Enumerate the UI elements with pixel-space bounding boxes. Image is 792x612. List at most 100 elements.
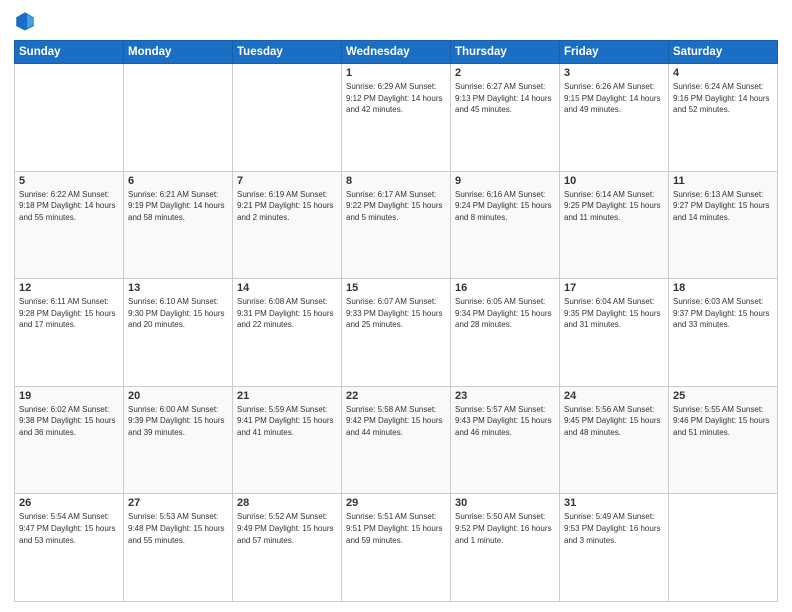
- day-cell-9: 9 Sunrise: 6:16 AM Sunset: 9:24 PM Daylig…: [451, 171, 560, 279]
- day-info: Sunrise: 5:49 AM Sunset: 9:53 PM Dayligh…: [564, 511, 664, 546]
- week-row-3: 12 Sunrise: 6:11 AM Sunset: 9:28 PM Dayli…: [15, 279, 778, 387]
- day-cell-21: 21 Sunrise: 5:59 AM Sunset: 9:41 PM Dayli…: [233, 386, 342, 494]
- day-cell-16: 16 Sunrise: 6:05 AM Sunset: 9:34 PM Dayli…: [451, 279, 560, 387]
- day-cell-25: 25 Sunrise: 5:55 AM Sunset: 9:46 PM Dayli…: [669, 386, 778, 494]
- day-number: 25: [673, 390, 773, 402]
- day-info: Sunrise: 6:14 AM Sunset: 9:25 PM Dayligh…: [564, 189, 664, 224]
- day-number: 18: [673, 282, 773, 294]
- day-number: 27: [128, 497, 228, 509]
- day-cell-13: 13 Sunrise: 6:10 AM Sunset: 9:30 PM Dayli…: [124, 279, 233, 387]
- day-cell-27: 27 Sunrise: 5:53 AM Sunset: 9:48 PM Dayli…: [124, 494, 233, 602]
- day-number: 6: [128, 175, 228, 187]
- day-number: 9: [455, 175, 555, 187]
- day-number: 7: [237, 175, 337, 187]
- weekday-header-thursday: Thursday: [451, 41, 560, 64]
- day-number: 1: [346, 67, 446, 79]
- week-row-4: 19Sunrise: 6:02 AM Sunset: 9:38 PM Dayli…: [15, 386, 778, 494]
- day-cell-10: 10 Sunrise: 6:14 AM Sunset: 9:25 PM Dayli…: [560, 171, 669, 279]
- week-row-2: 5 Sunrise: 6:22 AM Sunset: 9:18 PM Daylig…: [15, 171, 778, 279]
- day-cell-5: 5 Sunrise: 6:22 AM Sunset: 9:18 PM Daylig…: [15, 171, 124, 279]
- day-info: Sunrise: 6:29 AM Sunset: 9:12 PM Dayligh…: [346, 81, 446, 116]
- day-info: Sunrise: 6:27 AM Sunset: 9:13 PM Dayligh…: [455, 81, 555, 116]
- day-info: Sunrise: 6:17 AM Sunset: 9:22 PM Dayligh…: [346, 189, 446, 224]
- header: [14, 10, 778, 32]
- day-number: 8: [346, 175, 446, 187]
- day-cell-29: 29Sunrise: 5:51 AM Sunset: 9:51 PM Dayli…: [342, 494, 451, 602]
- day-number: 12: [19, 282, 119, 294]
- day-number: 26: [19, 497, 119, 509]
- day-info: Sunrise: 6:02 AM Sunset: 9:38 PM Dayligh…: [19, 404, 119, 439]
- day-cell-20: 20Sunrise: 6:00 AM Sunset: 9:39 PM Dayli…: [124, 386, 233, 494]
- day-number: 11: [673, 175, 773, 187]
- day-info: Sunrise: 6:03 AM Sunset: 9:37 PM Dayligh…: [673, 296, 773, 331]
- day-number: 13: [128, 282, 228, 294]
- logo-icon: [14, 10, 36, 32]
- day-info: Sunrise: 5:53 AM Sunset: 9:48 PM Dayligh…: [128, 511, 228, 546]
- weekday-header-wednesday: Wednesday: [342, 41, 451, 64]
- day-number: 23: [455, 390, 555, 402]
- day-info: Sunrise: 6:13 AM Sunset: 9:27 PM Dayligh…: [673, 189, 773, 224]
- day-number: 14: [237, 282, 337, 294]
- day-cell-8: 8 Sunrise: 6:17 AM Sunset: 9:22 PM Daylig…: [342, 171, 451, 279]
- day-number: 5: [19, 175, 119, 187]
- day-cell-23: 23 Sunrise: 5:57 AM Sunset: 9:43 PM Dayli…: [451, 386, 560, 494]
- weekday-header-sunday: Sunday: [15, 41, 124, 64]
- day-cell-26: 26 Sunrise: 5:54 AM Sunset: 9:47 PM Dayli…: [15, 494, 124, 602]
- day-number: 2: [455, 67, 555, 79]
- day-info: Sunrise: 5:54 AM Sunset: 9:47 PM Dayligh…: [19, 511, 119, 546]
- empty-cell: [15, 64, 124, 172]
- day-number: 3: [564, 67, 664, 79]
- day-number: 15: [346, 282, 446, 294]
- day-info: Sunrise: 6:16 AM Sunset: 9:24 PM Dayligh…: [455, 189, 555, 224]
- empty-cell: [669, 494, 778, 602]
- week-row-5: 26 Sunrise: 5:54 AM Sunset: 9:47 PM Dayli…: [15, 494, 778, 602]
- day-info: Sunrise: 6:26 AM Sunset: 9:15 PM Dayligh…: [564, 81, 664, 116]
- day-cell-15: 15Sunrise: 6:07 AM Sunset: 9:33 PM Dayli…: [342, 279, 451, 387]
- day-number: 31: [564, 497, 664, 509]
- weekday-header-tuesday: Tuesday: [233, 41, 342, 64]
- day-info: Sunrise: 5:50 AM Sunset: 9:52 PM Dayligh…: [455, 511, 555, 546]
- day-number: 28: [237, 497, 337, 509]
- day-cell-12: 12 Sunrise: 6:11 AM Sunset: 9:28 PM Dayli…: [15, 279, 124, 387]
- day-info: Sunrise: 5:58 AM Sunset: 9:42 PM Dayligh…: [346, 404, 446, 439]
- day-info: Sunrise: 6:19 AM Sunset: 9:21 PM Dayligh…: [237, 189, 337, 224]
- day-cell-24: 24Sunrise: 5:56 AM Sunset: 9:45 PM Dayli…: [560, 386, 669, 494]
- day-cell-31: 31 Sunrise: 5:49 AM Sunset: 9:53 PM Dayli…: [560, 494, 669, 602]
- week-row-1: 1 Sunrise: 6:29 AM Sunset: 9:12 PM Daylig…: [15, 64, 778, 172]
- day-info: Sunrise: 6:05 AM Sunset: 9:34 PM Dayligh…: [455, 296, 555, 331]
- day-info: Sunrise: 6:11 AM Sunset: 9:28 PM Dayligh…: [19, 296, 119, 331]
- weekday-header-monday: Monday: [124, 41, 233, 64]
- day-number: 16: [455, 282, 555, 294]
- day-info: Sunrise: 6:24 AM Sunset: 9:16 PM Dayligh…: [673, 81, 773, 116]
- day-number: 17: [564, 282, 664, 294]
- day-info: Sunrise: 5:57 AM Sunset: 9:43 PM Dayligh…: [455, 404, 555, 439]
- day-info: Sunrise: 5:55 AM Sunset: 9:46 PM Dayligh…: [673, 404, 773, 439]
- day-cell-18: 18 Sunrise: 6:03 AM Sunset: 9:37 PM Dayli…: [669, 279, 778, 387]
- day-number: 21: [237, 390, 337, 402]
- day-number: 20: [128, 390, 228, 402]
- day-info: Sunrise: 5:59 AM Sunset: 9:41 PM Dayligh…: [237, 404, 337, 439]
- day-number: 10: [564, 175, 664, 187]
- day-info: Sunrise: 5:51 AM Sunset: 9:51 PM Dayligh…: [346, 511, 446, 546]
- day-cell-3: 3 Sunrise: 6:26 AM Sunset: 9:15 PM Daylig…: [560, 64, 669, 172]
- day-info: Sunrise: 6:22 AM Sunset: 9:18 PM Dayligh…: [19, 189, 119, 224]
- day-cell-2: 2 Sunrise: 6:27 AM Sunset: 9:13 PM Daylig…: [451, 64, 560, 172]
- day-cell-17: 17 Sunrise: 6:04 AM Sunset: 9:35 PM Dayli…: [560, 279, 669, 387]
- day-cell-19: 19Sunrise: 6:02 AM Sunset: 9:38 PM Dayli…: [15, 386, 124, 494]
- day-info: Sunrise: 6:08 AM Sunset: 9:31 PM Dayligh…: [237, 296, 337, 331]
- empty-cell: [124, 64, 233, 172]
- day-cell-14: 14 Sunrise: 6:08 AM Sunset: 9:31 PM Dayli…: [233, 279, 342, 387]
- day-cell-11: 11 Sunrise: 6:13 AM Sunset: 9:27 PM Dayli…: [669, 171, 778, 279]
- day-info: Sunrise: 6:10 AM Sunset: 9:30 PM Dayligh…: [128, 296, 228, 331]
- weekday-header-saturday: Saturday: [669, 41, 778, 64]
- day-number: 22: [346, 390, 446, 402]
- day-info: Sunrise: 6:21 AM Sunset: 9:19 PM Dayligh…: [128, 189, 228, 224]
- day-info: Sunrise: 5:52 AM Sunset: 9:49 PM Dayligh…: [237, 511, 337, 546]
- day-cell-4: 4 Sunrise: 6:24 AM Sunset: 9:16 PM Daylig…: [669, 64, 778, 172]
- day-cell-7: 7 Sunrise: 6:19 AM Sunset: 9:21 PM Daylig…: [233, 171, 342, 279]
- weekday-header-friday: Friday: [560, 41, 669, 64]
- day-number: 4: [673, 67, 773, 79]
- logo: [14, 10, 38, 32]
- day-info: Sunrise: 6:04 AM Sunset: 9:35 PM Dayligh…: [564, 296, 664, 331]
- day-cell-28: 28 Sunrise: 5:52 AM Sunset: 9:49 PM Dayli…: [233, 494, 342, 602]
